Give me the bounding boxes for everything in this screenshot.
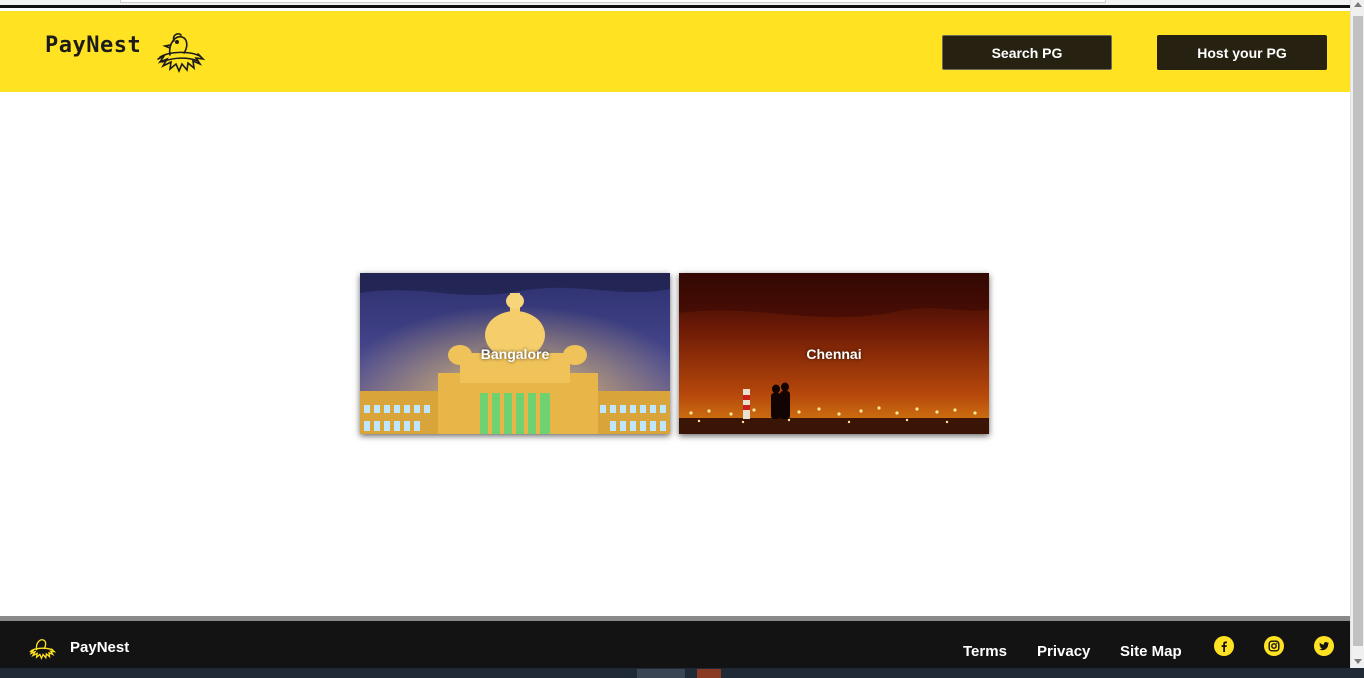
os-taskbar [0,668,1364,678]
footer-link-sitemap[interactable]: Site Map [1120,643,1182,660]
site-footer: PayNest Terms Privacy Site Map [0,621,1350,668]
footer-link-terms[interactable]: Terms [963,643,1007,660]
twitter-icon[interactable] [1314,636,1334,656]
scroll-up-arrow-icon[interactable] [1354,2,1362,7]
instagram-icon[interactable] [1264,636,1284,656]
city-label-chennai: Chennai [806,345,862,362]
host-pg-button[interactable]: Host your PG [1157,35,1327,70]
page-scrollbar[interactable] [1350,0,1364,668]
footer-link-privacy[interactable]: Privacy [1037,643,1090,660]
scroll-down-arrow-icon[interactable] [1354,659,1362,664]
footer-bird-nest-logo-icon [29,639,56,660]
taskbar-app-slot[interactable] [697,669,721,678]
footer-brand-name: PayNest [70,639,130,656]
address-bar[interactable] [120,0,1106,3]
city-card-bangalore[interactable]: Bangalore [360,273,670,434]
scrollbar-thumb[interactable] [1353,16,1363,646]
browser-chrome-strip [0,0,1350,8]
bird-nest-logo-icon[interactable] [154,29,206,75]
city-label-bangalore: Bangalore [480,345,550,362]
taskbar-app-slot[interactable] [637,669,685,678]
facebook-icon[interactable] [1214,636,1234,656]
brand-name[interactable]: PayNest [45,33,141,58]
site-header: PayNest Search PG Host your PG [0,11,1350,92]
city-card-chennai[interactable]: Chennai [679,273,989,434]
search-pg-button[interactable]: Search PG [942,35,1112,70]
